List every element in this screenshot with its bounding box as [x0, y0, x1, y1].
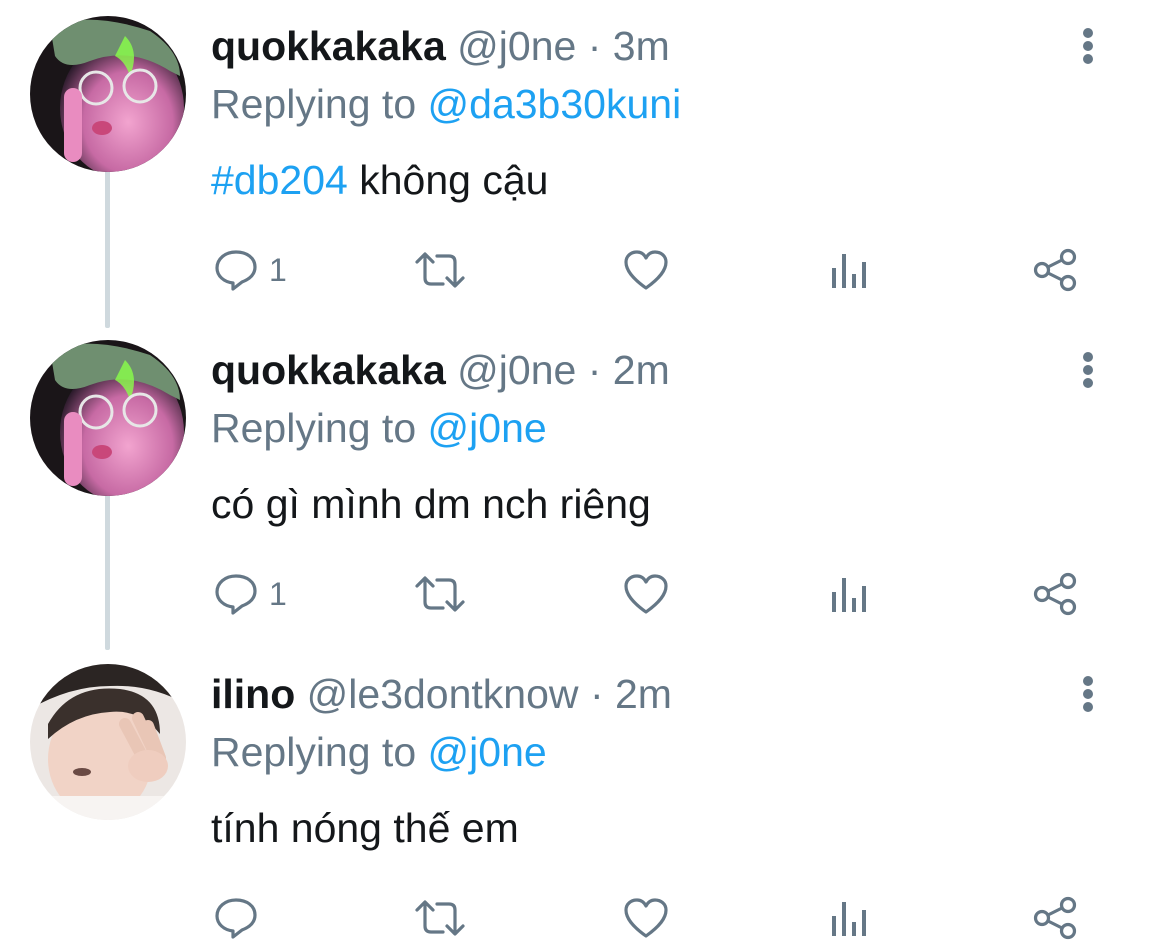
tweet-header: quokkakaka @j0ne · 2m [211, 346, 670, 394]
user-handle[interactable]: @le3dontknow [307, 671, 579, 717]
tweet[interactable]: quokkakaka @j0ne · 3m Replying to @da3b3… [0, 8, 1152, 308]
separator-dot: · [587, 23, 602, 69]
analytics-button[interactable] [830, 566, 870, 622]
tweet-text-content: không cậu [347, 157, 549, 203]
like-icon [624, 898, 668, 938]
replying-to: Replying to @j0ne [211, 728, 547, 776]
like-button[interactable] [622, 890, 670, 946]
more-options-icon[interactable] [1076, 22, 1100, 70]
avatar-image [30, 340, 186, 496]
share-button[interactable] [1032, 242, 1078, 298]
share-button[interactable] [1032, 890, 1078, 946]
timestamp[interactable]: 3m [613, 23, 670, 69]
avatar[interactable] [30, 664, 186, 820]
retweet-button[interactable] [413, 566, 467, 622]
hashtag-link[interactable]: #db204 [211, 157, 348, 203]
retweet-icon [415, 252, 465, 288]
tweet-text: tính nóng thế em [211, 805, 519, 851]
mention-link[interactable]: @j0ne [428, 729, 547, 775]
share-icon [1033, 896, 1077, 940]
replying-to-label: Replying to [211, 405, 417, 451]
share-icon [1033, 572, 1077, 616]
replying-to-label: Replying to [211, 729, 417, 775]
analytics-button[interactable] [830, 890, 870, 946]
tweet[interactable]: quokkakaka @j0ne · 2m Replying to @j0ne … [0, 332, 1152, 632]
timestamp[interactable]: 2m [615, 671, 672, 717]
tweet[interactable]: ilino @le3dontknow · 2m Replying to @j0n… [0, 656, 1152, 940]
tweet-actions [0, 890, 1152, 946]
avatar-image [30, 664, 186, 820]
retweet-button[interactable] [413, 242, 467, 298]
tweet-header: ilino @le3dontknow · 2m [211, 670, 672, 718]
reply-count: 1 [269, 251, 287, 288]
share-icon [1033, 248, 1077, 292]
display-name[interactable]: quokkakaka [211, 347, 446, 393]
analytics-icon [832, 902, 866, 936]
reply-count: 1 [269, 575, 287, 612]
replying-to-label: Replying to [211, 81, 417, 127]
retweet-icon [415, 900, 465, 936]
share-button[interactable] [1032, 566, 1078, 622]
mention-link[interactable]: @da3b30kuni [428, 81, 682, 127]
tweet-text: có gì mình dm nch riêng [211, 481, 651, 527]
analytics-button[interactable] [830, 242, 870, 298]
separator-dot: · [589, 671, 604, 717]
display-name[interactable]: quokkakaka [211, 23, 446, 69]
analytics-icon [832, 254, 866, 288]
like-icon [624, 250, 668, 290]
reply-icon [215, 898, 257, 939]
like-icon [624, 574, 668, 614]
avatar[interactable] [30, 16, 186, 172]
mention-link[interactable]: @j0ne [428, 405, 547, 451]
user-handle[interactable]: @j0ne [457, 23, 576, 69]
replying-to: Replying to @da3b30kuni [211, 80, 681, 128]
tweet-actions: 1 [0, 566, 1152, 622]
replying-to: Replying to @j0ne [211, 404, 547, 452]
reply-icon [215, 574, 257, 615]
retweet-icon [415, 576, 465, 612]
user-handle[interactable]: @j0ne [457, 347, 576, 393]
more-options-icon[interactable] [1076, 346, 1100, 394]
tweet-actions: 1 [0, 242, 1152, 298]
reply-button[interactable]: 1 [213, 566, 287, 622]
analytics-icon [832, 578, 866, 612]
avatar[interactable] [30, 340, 186, 496]
avatar-image [30, 16, 186, 172]
tweet-header: quokkakaka @j0ne · 3m [211, 22, 670, 70]
more-options-icon[interactable] [1076, 670, 1100, 718]
tweet-text: #db204 không cậu [211, 156, 548, 204]
like-button[interactable] [622, 566, 670, 622]
reply-button[interactable]: 1 [213, 242, 287, 298]
reply-icon [215, 250, 257, 291]
timestamp[interactable]: 2m [613, 347, 670, 393]
retweet-button[interactable] [413, 890, 467, 946]
separator-dot: · [587, 347, 602, 393]
reply-button[interactable] [213, 890, 269, 946]
display-name[interactable]: ilino [211, 671, 295, 717]
like-button[interactable] [622, 242, 670, 298]
